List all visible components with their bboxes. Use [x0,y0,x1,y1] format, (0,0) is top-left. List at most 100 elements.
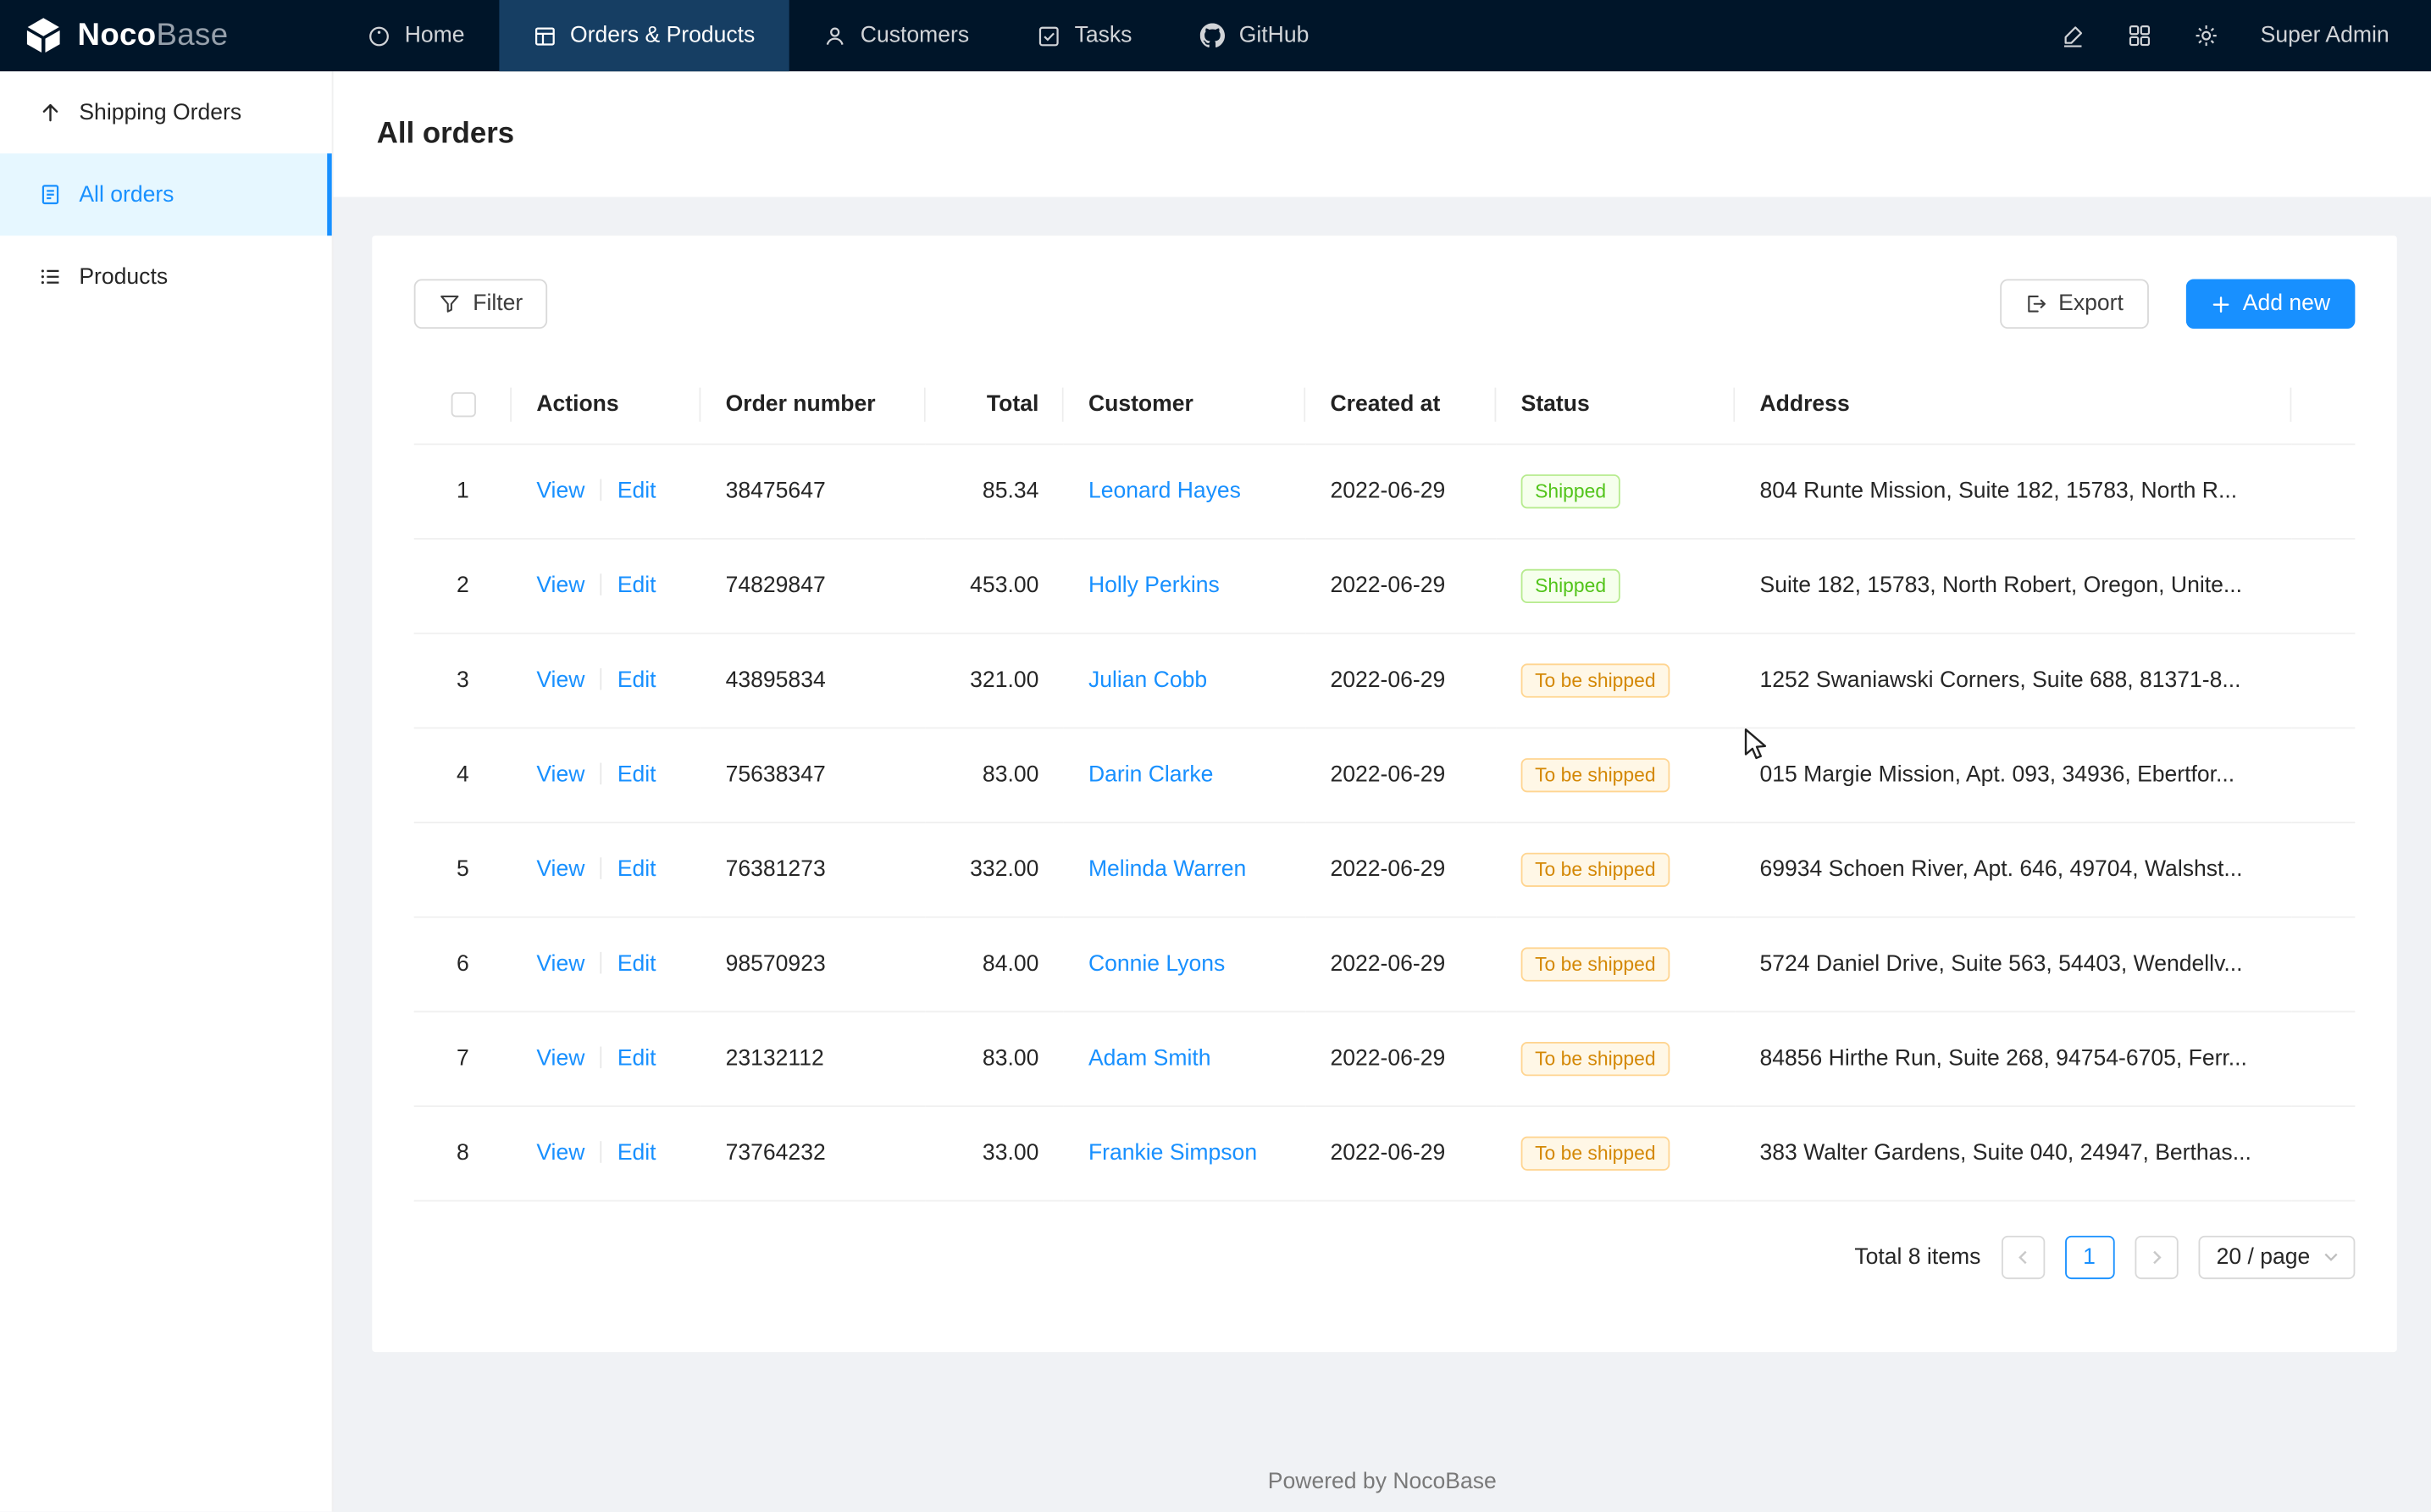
actions-cell: View Edit [512,443,701,538]
pagination: Total 8 items 1 20 / page [414,1235,2356,1278]
pagination-page-1[interactable]: 1 [2064,1235,2114,1278]
pagination-prev-button[interactable] [2001,1235,2044,1278]
order-number-cell: 43895834 [701,633,925,728]
view-link[interactable]: View [536,762,584,787]
actions-cell: View Edit [512,727,701,822]
header-customer: Customer [1064,366,1306,444]
nav-item-label: GitHub [1239,23,1310,47]
plugin-manager-grid-icon[interactable] [2127,23,2151,47]
total-cell: 85.34 [926,443,1064,538]
spacer-cell [2291,633,2355,728]
settings-gear-icon[interactable] [2194,23,2218,47]
created-at-cell: 2022-06-29 [1305,727,1496,822]
customer-cell: Leonard Hayes [1064,443,1306,538]
customer-link[interactable]: Holly Perkins [1088,573,1220,597]
spacer-cell [2291,1105,2355,1200]
view-link[interactable]: View [536,573,584,597]
row-index-cell: 3 [414,633,512,728]
view-link[interactable]: View [536,1046,584,1071]
status-cell: To be shipped [1496,1011,1735,1105]
edit-link[interactable]: Edit [617,573,656,597]
main-menu: Home Orders & Products Customers [334,0,1343,71]
sidebar: Shipping Orders All orders Products [0,71,334,1511]
nav-item-customers[interactable]: Customers [789,0,1004,71]
customer-link[interactable]: Melinda Warren [1088,856,1246,881]
nav-item-tasks[interactable]: Tasks [1003,0,1166,71]
edit-link[interactable]: Edit [617,1046,656,1071]
sidebar-item-all-orders[interactable]: All orders [0,153,332,235]
customer-link[interactable]: Darin Clarke [1088,762,1214,787]
edit-link[interactable]: Edit [617,762,656,787]
view-link[interactable]: View [536,951,584,976]
header-address: Address [1735,366,2291,444]
orders-table: Actions Order number Total Customer Crea… [414,366,2356,1201]
customer-link[interactable]: Julian Cobb [1088,667,1207,692]
nav-item-orders-products[interactable]: Orders & Products [499,0,789,71]
ui-editor-highlight-icon[interactable] [2061,23,2085,47]
export-button[interactable]: Export [2000,279,2149,329]
export-icon [2024,293,2046,315]
created-at-cell: 2022-06-29 [1305,633,1496,728]
filter-button[interactable]: Filter [414,279,548,329]
chevron-down-icon [2323,1248,2340,1265]
row-number: 6 [457,951,469,976]
row-number: 8 [457,1140,469,1165]
select-all-checkbox[interactable] [451,392,475,417]
edit-link[interactable]: Edit [617,1140,656,1165]
nav-item-home[interactable]: Home [334,0,499,71]
customer-link[interactable]: Frankie Simpson [1088,1140,1257,1165]
actions-cell: View Edit [512,822,701,917]
created-at-cell: 2022-06-29 [1305,917,1496,1011]
row-index-cell: 5 [414,822,512,917]
table-row: 8 ViewEdit 73764232 33.00 Frankie Simpso… [414,1105,2356,1200]
spacer-cell [2291,538,2355,633]
brand[interactable]: NocoBase [0,0,334,71]
topbar-actions: Super Admin [2061,0,2431,71]
sidebar-item-shipping-orders[interactable]: Shipping Orders [0,71,332,153]
status-cell: To be shipped [1496,917,1735,1011]
card-toolbar: Filter Export [372,235,2397,366]
table-row: 6 ViewEdit 98570923 84.00 Connie Lyons 2… [414,917,2356,1011]
customer-cell: Julian Cobb [1064,633,1306,728]
view-link[interactable]: View [536,856,584,881]
order-number-cell: 23132112 [701,1011,925,1105]
action-divider [601,856,602,878]
toolbar-right: Export Add new [2000,279,2356,329]
page-size-value: 20 / page [2217,1244,2311,1269]
row-index-cell: 7 [414,1011,512,1105]
customer-cell: Adam Smith [1064,1011,1306,1105]
page-size-select[interactable]: 20 / page [2198,1235,2356,1278]
spacer-cell [2291,822,2355,917]
row-number: 5 [457,856,469,881]
customer-link[interactable]: Connie Lyons [1088,951,1225,976]
view-link[interactable]: View [536,667,584,692]
pagination-next-button[interactable] [2135,1235,2178,1278]
total-cell: 83.00 [926,727,1064,822]
nav-item-github[interactable]: GitHub [1166,0,1343,71]
edit-link[interactable]: Edit [617,479,656,503]
row-number: 7 [457,1046,469,1071]
edit-link[interactable]: Edit [617,856,656,881]
address-cell: Suite 182, 15783, North Robert, Oregon, … [1735,538,2291,633]
customer-link[interactable]: Adam Smith [1088,1046,1211,1071]
edit-link[interactable]: Edit [617,951,656,976]
brand-name: NocoBase [78,18,229,53]
view-link[interactable]: View [536,1140,584,1165]
customer-link[interactable]: Leonard Hayes [1088,479,1241,503]
address-cell: 804 Runte Mission, Suite 182, 15783, Nor… [1735,443,2291,538]
edit-link[interactable]: Edit [617,667,656,692]
row-index-cell: 6 [414,917,512,1011]
actions-cell: View Edit [512,633,701,728]
add-new-button[interactable]: Add new [2185,279,2355,329]
view-link[interactable]: View [536,479,584,503]
row-number: 1 [457,479,469,503]
filter-button-label: Filter [473,291,523,316]
created-at-cell: 2022-06-29 [1305,538,1496,633]
sidebar-item-label: Shipping Orders [79,100,241,125]
sidebar-item-products[interactable]: Products [0,235,332,318]
chevron-left-icon [2015,1249,2030,1264]
sidebar-item-label: Products [79,264,168,289]
user-menu[interactable]: Super Admin [2261,23,2389,47]
status-cell: To be shipped [1496,822,1735,917]
header-total: Total [926,366,1064,444]
